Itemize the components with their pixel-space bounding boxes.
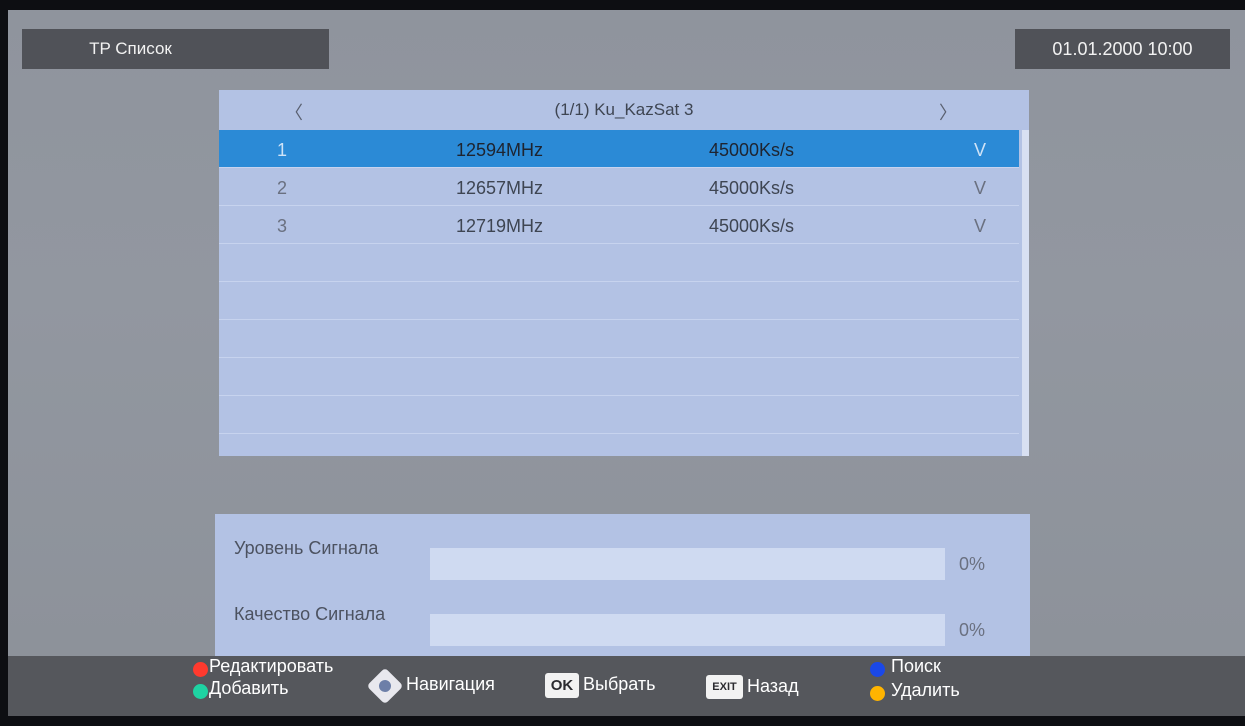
page-title: TP Список (22, 29, 329, 69)
signal-quality-label: Качество Сигнала (234, 604, 386, 624)
transponder-row[interactable]: 2 12657MHz 45000Ks/s V (219, 168, 1019, 206)
transponder-symbol-rate: 45000Ks/s (709, 178, 795, 198)
ok-key-icon[interactable]: OK (545, 673, 579, 698)
signal-level-value: 0% (959, 554, 986, 574)
signal-panel: Уровень Сигнала 0% Качество Сигнала 0% (215, 514, 1030, 656)
transponder-list-panel: 〈 (1/1) Ku_KazSat 3 〉 1 12594MHz 45000Ks/s… (219, 90, 1029, 456)
transponder-row[interactable]: 3 12719MHz 45000Ks/s V (219, 206, 1019, 244)
signal-level-label: Уровень Сигнала (234, 538, 379, 558)
transponder-frequency: 12657MHz (456, 178, 544, 198)
transponder-symbol-rate: 45000Ks/s (709, 140, 795, 160)
delete-hint: Удалить (891, 680, 960, 700)
select-hint: Выбрать (583, 674, 656, 694)
transponder-row[interactable] (219, 358, 1019, 396)
signal-level-bar (430, 548, 945, 580)
dpad-icon[interactable] (366, 667, 404, 705)
transponder-polarization: V (974, 178, 987, 198)
signal-quality-row: Качество Сигнала 0% (215, 596, 1030, 646)
list-header: 〈 (1/1) Ku_KazSat 3 〉 (219, 90, 1029, 130)
clock: 01.01.2000 10:00 (1015, 29, 1230, 69)
transponder-row[interactable] (219, 244, 1019, 282)
back-hint: Назад (747, 676, 799, 696)
footer-help-bar: Редактировать Добавить Навигация OK Выбр… (8, 656, 1245, 716)
transponder-frequency: 12594MHz (456, 140, 544, 160)
transponder-polarization: V (974, 216, 987, 236)
signal-quality-value: 0% (959, 620, 986, 640)
satellite-title: (1/1) Ku_KazSat 3 (554, 100, 694, 119)
list-scrollbar[interactable] (1022, 130, 1029, 456)
transponder-row[interactable] (219, 282, 1019, 320)
transponder-list: 1 12594MHz 45000Ks/s V 2 12657MHz 45000Ks/s V 3 1… (219, 130, 1019, 434)
transponder-symbol-rate: 45000Ks/s (709, 216, 795, 236)
transponder-row[interactable]: 1 12594MHz 45000Ks/s V (219, 130, 1019, 168)
signal-level-row: Уровень Сигнала 0% (215, 530, 1030, 580)
blue-key-icon[interactable] (870, 662, 885, 677)
exit-key-icon[interactable]: EXIT (706, 675, 743, 699)
add-hint: Добавить (209, 678, 289, 698)
transponder-row[interactable] (219, 320, 1019, 358)
transponder-row[interactable] (219, 396, 1019, 434)
signal-quality-bar (430, 614, 945, 646)
transponder-frequency: 12719MHz (456, 216, 544, 236)
yellow-key-icon[interactable] (870, 686, 885, 701)
transponder-number: 2 (277, 178, 288, 198)
transponder-polarization: V (974, 140, 987, 160)
next-page-arrow-icon[interactable]: 〉 (939, 99, 957, 125)
navigation-hint: Навигация (406, 674, 495, 694)
datetime-text: 01.01.2000 10:00 (1052, 38, 1193, 59)
edit-hint: Редактировать (209, 656, 334, 676)
red-key-icon[interactable] (193, 662, 208, 677)
transponder-number: 3 (277, 216, 288, 236)
search-hint: Поиск (891, 656, 941, 676)
tv-screen: TP Список 01.01.2000 10:00 〈 (1/1) Ku_Ka… (8, 10, 1245, 716)
transponder-number: 1 (277, 140, 288, 160)
page-title-text: TP Список (89, 39, 172, 58)
green-key-icon[interactable] (193, 684, 208, 699)
